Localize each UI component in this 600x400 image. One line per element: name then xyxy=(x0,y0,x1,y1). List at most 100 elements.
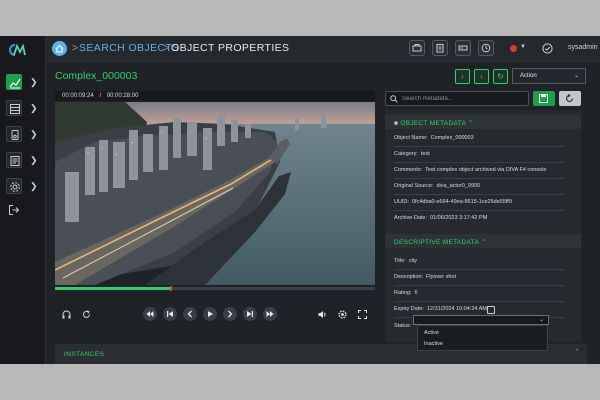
duration: 00:00:28:00 xyxy=(106,93,139,99)
descriptive-metadata-title: DESCRIPTIVE METADATA xyxy=(394,239,479,246)
chevron-up-icon: ⌃ xyxy=(467,120,474,127)
action-dropdown[interactable]: Action ⌄ xyxy=(512,68,586,84)
divider xyxy=(394,210,564,211)
storage-button[interactable] xyxy=(455,40,471,56)
breadcrumb-object-properties: OBJECT PROPERTIES xyxy=(171,42,290,54)
field-label: Description: xyxy=(394,274,424,280)
app-window: ❯ ❯ ❯ ❯ ❯ > SEARCH OBJECTS > OBJECT PROP… xyxy=(0,36,600,364)
step-forward-icon xyxy=(228,310,233,318)
sidebar-item-devices[interactable]: ❯ xyxy=(6,126,42,144)
chevron-up-icon: ⌃ xyxy=(480,239,487,246)
storage-icon xyxy=(458,45,468,51)
field-label: Category: xyxy=(394,151,418,157)
refresh-icon: ↻ xyxy=(497,72,504,81)
field-status: Status: xyxy=(394,323,411,329)
play-button[interactable] xyxy=(203,307,217,321)
loop-button[interactable] xyxy=(79,307,93,321)
object-metadata-header[interactable]: ■ OBJECT METADATA ⌃ xyxy=(385,115,581,129)
field-label: Comments: xyxy=(394,167,423,173)
field-uuid: UUID: 0fc4dba0-e664-49ea-8615-1ce26de55ff… xyxy=(394,199,512,205)
chevron-up-icon[interactable]: ⌃ xyxy=(574,348,580,356)
video-player[interactable] xyxy=(55,102,375,285)
settings-button[interactable] xyxy=(335,307,349,321)
home-icon xyxy=(55,44,64,53)
next-object-button[interactable]: › xyxy=(474,69,489,84)
chevron-down-icon[interactable]: ▼ xyxy=(520,44,526,50)
field-label: Original Source: xyxy=(394,183,434,189)
page-title: Complex_000003 xyxy=(55,70,138,82)
history-button[interactable] xyxy=(478,40,494,56)
skip-forward-button[interactable] xyxy=(243,307,257,321)
fullscreen-button[interactable] xyxy=(355,307,369,321)
field-value[interactable]: Flyover shot xyxy=(426,274,456,280)
volume-button[interactable] xyxy=(315,307,329,321)
reset-button[interactable] xyxy=(559,91,581,106)
playhead[interactable] xyxy=(170,286,173,291)
sidebar-item-reports[interactable]: ❯ xyxy=(6,152,42,170)
field-value[interactable]: test xyxy=(421,151,430,157)
field-label: Expiry Date: xyxy=(394,306,424,312)
tape-library-icon xyxy=(412,44,422,52)
search-input[interactable] xyxy=(402,94,522,104)
sidebar-box xyxy=(6,100,22,116)
time-separator: / xyxy=(99,93,102,99)
previous-object-button[interactable]: ‹ xyxy=(455,69,470,84)
lock-icon: ■ xyxy=(394,120,399,127)
status-option-active[interactable]: Active xyxy=(424,330,439,336)
refresh-button[interactable]: ↻ xyxy=(493,69,508,84)
calendar-icon[interactable] xyxy=(487,306,495,314)
field-rating: Rating: 6 xyxy=(394,290,418,296)
skip-back-icon xyxy=(167,311,173,317)
field-value[interactable]: 12/31/2024 10:04:24 AM xyxy=(427,306,487,312)
field-value[interactable]: 6 xyxy=(414,290,417,296)
step-back-button[interactable] xyxy=(183,307,197,321)
history-icon xyxy=(481,43,491,53)
breadcrumb-chevron: > xyxy=(72,42,79,54)
cm-logo-icon[interactable] xyxy=(6,42,26,58)
status-option-inactive[interactable]: Inactive xyxy=(424,341,443,347)
chevron-right-icon: ❯ xyxy=(30,155,38,165)
action-label: Action xyxy=(520,73,537,79)
playback-progress-bar[interactable] xyxy=(55,286,375,291)
field-comments: Comments: Test complex object archived vi… xyxy=(394,167,546,173)
field-value[interactable]: city xyxy=(409,258,417,264)
user-name[interactable]: sysadmin xyxy=(568,44,598,51)
divider xyxy=(394,269,564,270)
chevron-down-icon: ⌄ xyxy=(538,317,544,323)
metadata-panel: ■ OBJECT METADATA ⌃ Object Name: Complex_… xyxy=(385,110,581,342)
chevron-right-icon: ❯ xyxy=(30,181,38,191)
timecode-bar: 00:00:09:24 / 00:00:28:00 xyxy=(55,91,375,101)
save-button[interactable] xyxy=(533,91,555,106)
headphones-button[interactable] xyxy=(59,307,73,321)
breadcrumb-chevron: > xyxy=(163,42,170,54)
progress-fill xyxy=(55,287,171,290)
home-button[interactable] xyxy=(52,41,67,56)
chevron-right-icon: ❯ xyxy=(30,129,38,139)
sidebar-box xyxy=(6,126,22,142)
fast-forward-button[interactable] xyxy=(263,307,277,321)
sidebar-item-objects[interactable]: ❯ xyxy=(6,100,42,118)
tape-library-button[interactable] xyxy=(409,40,425,56)
rewind-button[interactable] xyxy=(143,307,157,321)
field-label: Object Name: xyxy=(394,135,428,141)
skip-back-button[interactable] xyxy=(163,307,177,321)
sidebar: ❯ ❯ ❯ ❯ ❯ xyxy=(0,36,46,364)
divider xyxy=(394,194,564,195)
field-value[interactable]: Test complex object archived via DIVA F#… xyxy=(425,167,546,173)
check-circle-icon[interactable] xyxy=(542,43,553,54)
record-status-icon[interactable] xyxy=(510,45,517,52)
clipboard-button[interactable] xyxy=(432,40,448,56)
rewind-icon xyxy=(146,311,154,317)
instances-title: INSTANCES xyxy=(64,351,105,358)
field-description: Description: Flyover shot xyxy=(394,274,456,280)
descriptive-metadata-header[interactable]: DESCRIPTIVE METADATA ⌃ xyxy=(385,234,581,248)
sidebar-item-search[interactable]: ❯ xyxy=(6,74,42,92)
sidebar-item-settings[interactable]: ❯ xyxy=(6,178,42,196)
field-expiry-date: Expiry Date: 12/31/2024 10:04:24 AM xyxy=(394,306,487,312)
loop-icon xyxy=(83,310,90,318)
field-value: 01/06/2023 3:17:42 PM xyxy=(430,215,488,221)
step-forward-button[interactable] xyxy=(223,307,237,321)
save-icon xyxy=(539,94,548,103)
logout-icon[interactable] xyxy=(8,204,20,216)
status-select[interactable]: ⌄ xyxy=(413,315,549,325)
